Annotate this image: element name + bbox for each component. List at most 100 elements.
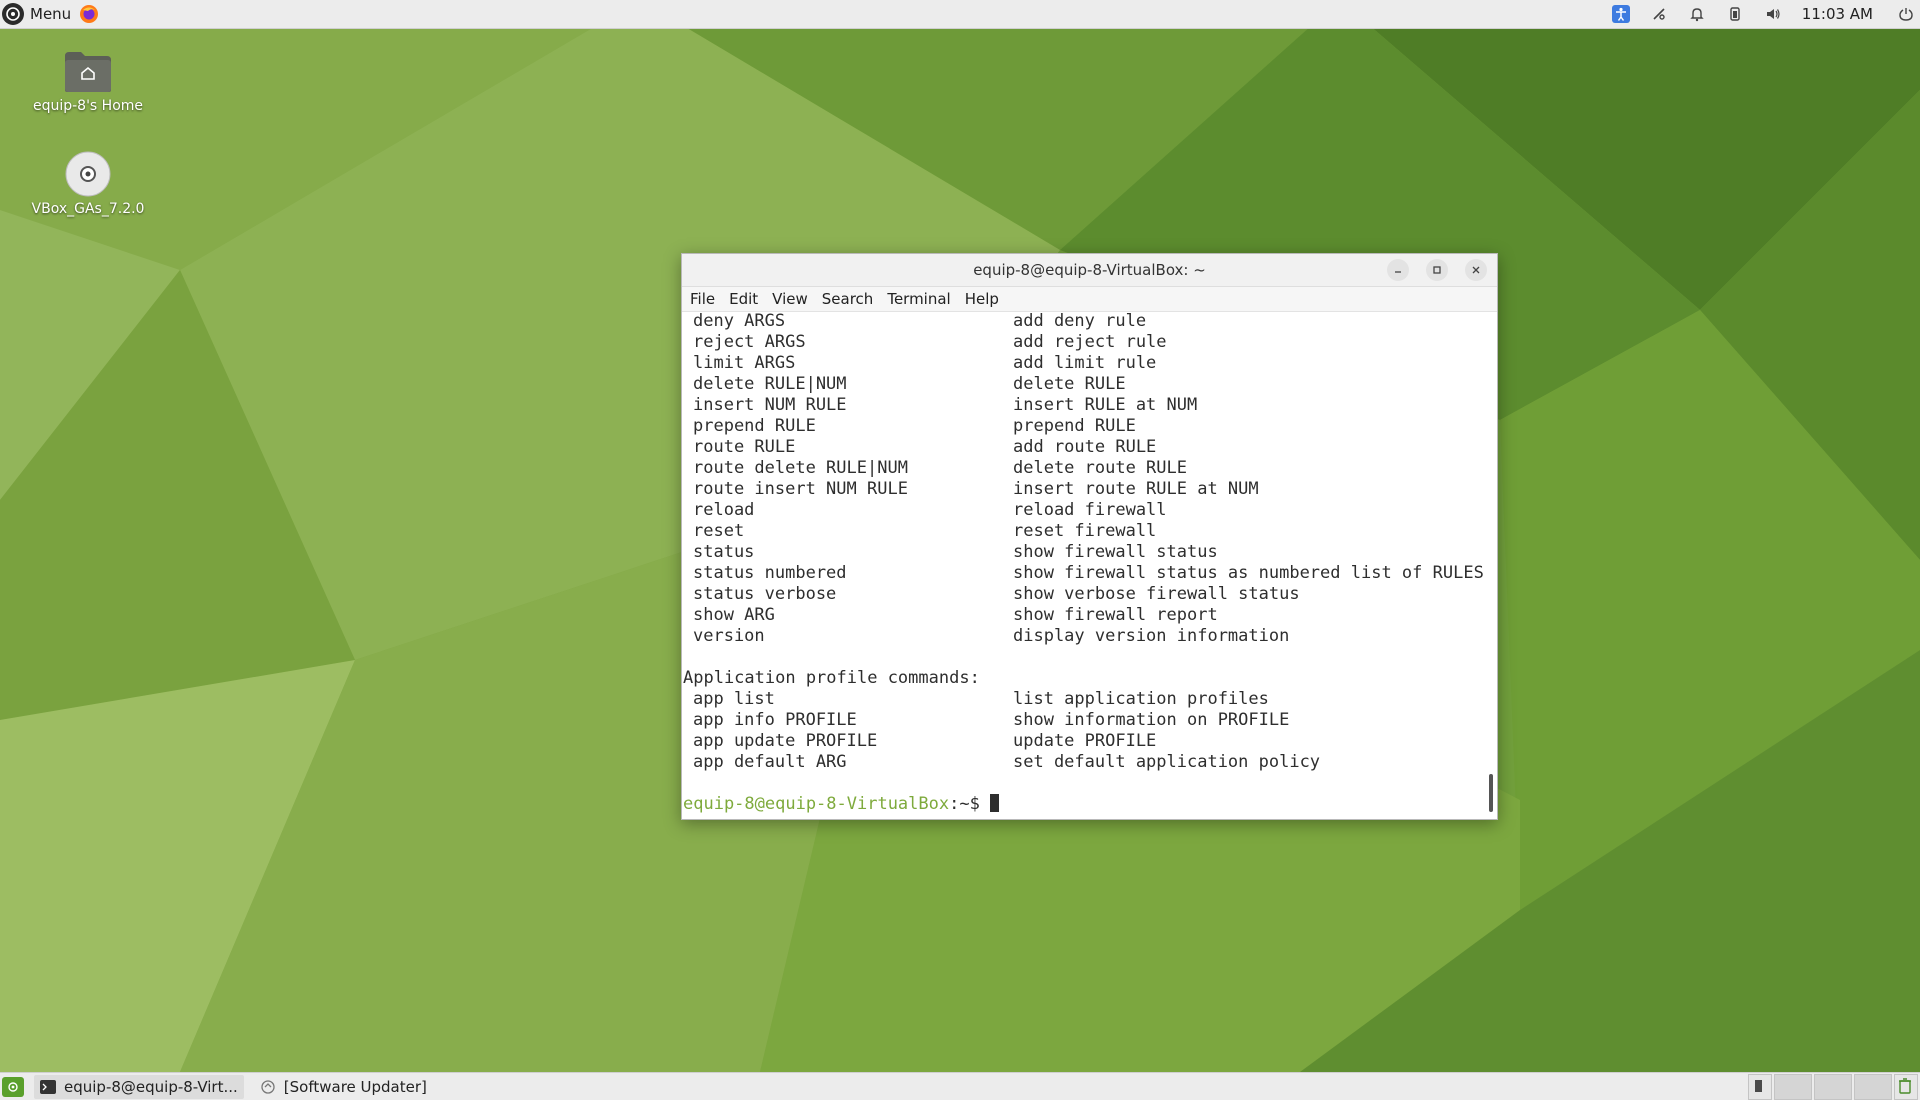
workspace-switcher <box>1746 1073 1920 1100</box>
output-line: route delete RULE|NUM delete route RULE <box>682 458 1482 479</box>
window-titlebar[interactable]: equip-8@equip-8-VirtualBox: ~ <box>682 254 1497 287</box>
trash-button[interactable] <box>1894 1074 1918 1100</box>
trash-icon <box>1899 1078 1911 1094</box>
command-description: add route RULE <box>1013 437 1157 457</box>
command-text: route RULE <box>693 437 796 457</box>
minimize-button[interactable] <box>1387 259 1409 281</box>
output-line: app info PROFILE show information on PROF… <box>682 710 1482 731</box>
command-text: app info PROFILE <box>693 710 857 730</box>
output-line: reject ARGS add reject rule <box>682 332 1482 353</box>
network-icon[interactable] <box>1649 4 1669 24</box>
command-description: add deny rule <box>1013 311 1147 331</box>
command-description: show firewall status <box>1013 542 1218 562</box>
menu-search[interactable]: Search <box>822 290 874 308</box>
command-text: app default ARG <box>693 752 847 772</box>
command-text: app list <box>693 689 775 709</box>
output-line: version display version information <box>682 626 1482 647</box>
command-text: limit ARGS <box>693 353 796 373</box>
output-line: show ARG show firewall report <box>682 605 1482 626</box>
command-description: set default application policy <box>1013 752 1321 772</box>
home-folder-icon <box>65 52 111 92</box>
command-text: reject ARGS <box>693 332 806 352</box>
text-cursor <box>989 794 999 812</box>
command-description: show firewall status as numbered list of… <box>1013 563 1484 583</box>
output-line: reset reset firewall <box>682 521 1482 542</box>
command-description: reset firewall <box>1013 521 1157 541</box>
command-description: insert RULE at NUM <box>1013 395 1198 415</box>
maximize-button[interactable] <box>1426 259 1448 281</box>
output-line: app list list application profiles <box>682 689 1482 710</box>
terminal-icon <box>40 1080 56 1094</box>
command-text: status verbose <box>693 584 837 604</box>
workspace-3[interactable] <box>1814 1074 1852 1100</box>
command-text: insert NUM RULE <box>693 395 847 415</box>
menu-button[interactable]: Menu <box>30 5 71 23</box>
output-line: insert NUM RULE insert RULE at NUM <box>682 395 1482 416</box>
terminal-output[interactable]: deny ARGS add deny rule reject ARGS add re… <box>682 311 1484 817</box>
desktop: Menu 11:03 AM equip-8's Home VBox_GAs_7.… <box>0 0 1920 1100</box>
output-line: limit ARGS add limit rule <box>682 353 1482 374</box>
taskbar-item-terminal[interactable]: equip-8@equip-8-Virt... <box>34 1075 244 1099</box>
top-panel: Menu 11:03 AM <box>0 0 1920 29</box>
command-text: reload <box>693 500 755 520</box>
command-text: reset <box>693 521 745 541</box>
clock[interactable]: 11:03 AM <box>1802 5 1873 23</box>
command-text: version <box>693 626 765 646</box>
volume-icon[interactable] <box>1763 4 1783 24</box>
menu-help[interactable]: Help <box>965 290 999 308</box>
command-description: display version information <box>1013 626 1290 646</box>
bottom-panel: equip-8@equip-8-Virt... [Software Update… <box>0 1072 1920 1100</box>
output-line: status show firewall status <box>682 542 1482 563</box>
workspace-1[interactable] <box>1748 1074 1772 1100</box>
terminal-scrollbar[interactable] <box>1489 774 1493 812</box>
menu-terminal[interactable]: Terminal <box>887 290 950 308</box>
output-line: app update PROFILE update PROFILE <box>682 731 1482 752</box>
workspace-window-icon <box>1755 1080 1762 1092</box>
bell-icon[interactable] <box>1687 4 1707 24</box>
output-line: Application profile commands: <box>682 668 1482 689</box>
command-description: add reject rule <box>1013 332 1167 352</box>
disc-icon <box>65 151 111 197</box>
command-description: delete RULE <box>1013 374 1126 394</box>
battery-icon[interactable] <box>1725 4 1745 24</box>
prompt-line: equip-8@equip-8-VirtualBox:~$ <box>682 794 1482 815</box>
shell-prompt[interactable]: equip-8@equip-8-VirtualBox:~$ <box>683 794 999 815</box>
show-desktop-button[interactable] <box>2 1077 24 1097</box>
prompt-user-host: equip-8@equip-8-VirtualBox <box>683 794 950 814</box>
workspace-2[interactable] <box>1774 1074 1812 1100</box>
section-header: Application profile commands: <box>683 668 980 688</box>
desktop-icon-vbox-disc[interactable]: VBox_GAs_7.2.0 <box>18 151 158 217</box>
desktop-icon-label: equip-8's Home <box>32 98 144 114</box>
command-text: prepend RULE <box>693 416 816 436</box>
menu-edit[interactable]: Edit <box>729 290 758 308</box>
menu-logo-icon[interactable] <box>2 3 24 25</box>
output-line: prepend RULE prepend RULE <box>682 416 1482 437</box>
menu-view[interactable]: View <box>772 290 808 308</box>
system-tray: 11:03 AM <box>1602 0 1920 28</box>
close-button[interactable] <box>1465 259 1487 281</box>
command-description: insert route RULE at NUM <box>1013 479 1259 499</box>
power-icon[interactable] <box>1896 4 1916 24</box>
command-text: deny ARGS <box>693 311 786 331</box>
show-desktop-icon <box>8 1082 18 1092</box>
accessibility-icon[interactable] <box>1611 4 1631 24</box>
command-text: route insert NUM RULE <box>693 479 908 499</box>
workspace-4[interactable] <box>1854 1074 1892 1100</box>
desktop-icon-home[interactable]: equip-8's Home <box>18 50 158 114</box>
terminal-window: equip-8@equip-8-VirtualBox: ~ File Edit … <box>681 253 1498 820</box>
command-description: show information on PROFILE <box>1013 710 1290 730</box>
taskbar-item-software-updater[interactable]: [Software Updater] <box>254 1075 433 1099</box>
firefox-icon[interactable] <box>79 4 99 24</box>
desktop-icon-label: VBox_GAs_7.2.0 <box>31 201 145 217</box>
terminal-menubar: File Edit View Search Terminal Help <box>682 287 1497 312</box>
menu-file[interactable]: File <box>690 290 715 308</box>
command-description: reload firewall <box>1013 500 1167 520</box>
command-description: update PROFILE <box>1013 731 1157 751</box>
command-text: show ARG <box>693 605 775 625</box>
command-text: status numbered <box>693 563 847 583</box>
prompt-suffix: :~$ <box>949 794 980 814</box>
window-title: equip-8@equip-8-VirtualBox: ~ <box>973 261 1206 279</box>
maximize-icon <box>1433 266 1441 274</box>
